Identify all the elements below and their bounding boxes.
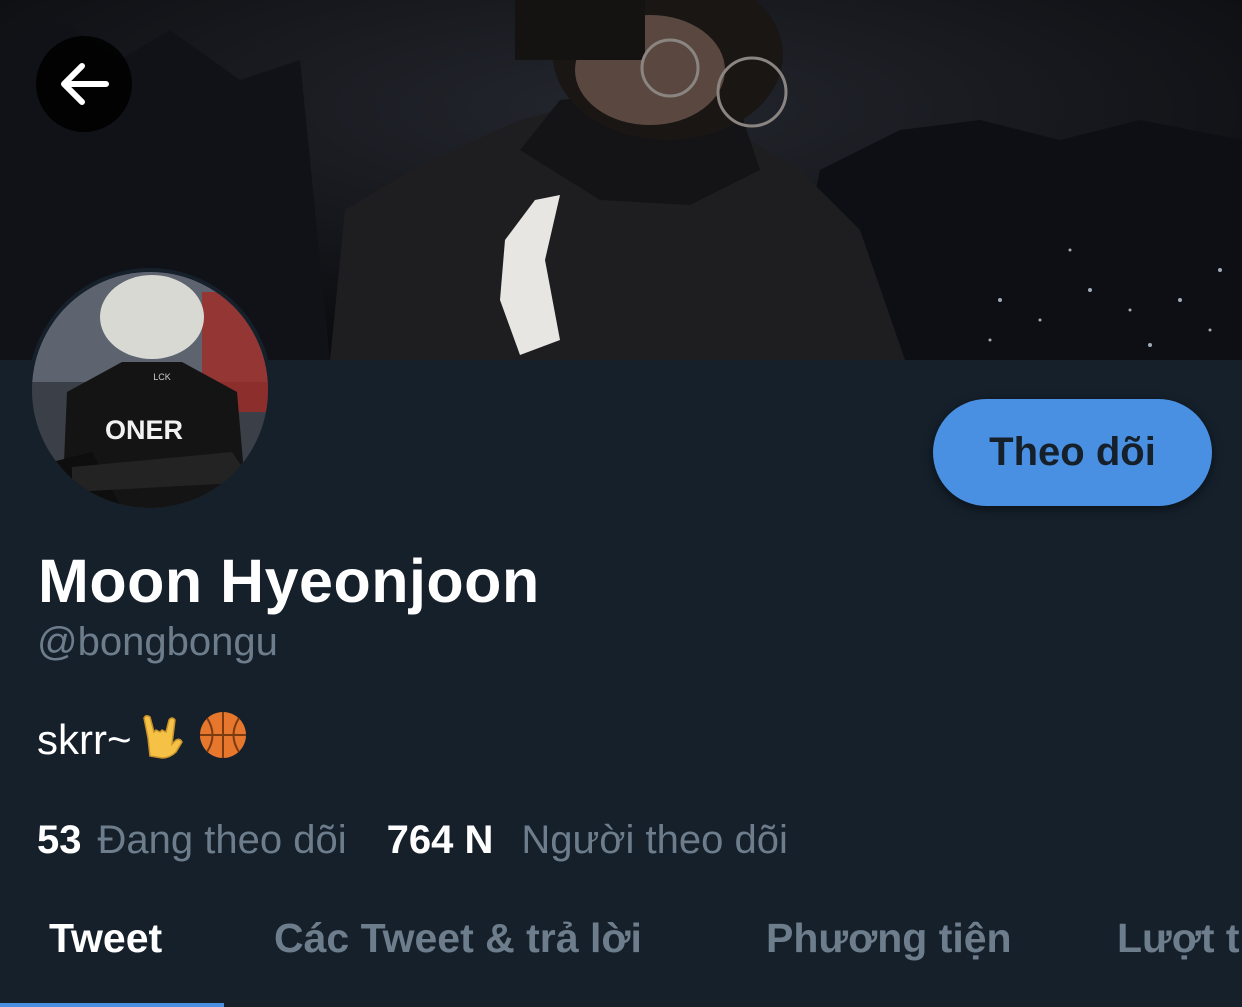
back-button[interactable] bbox=[36, 36, 132, 132]
followers-stat[interactable]: 764 N Người theo dõi bbox=[387, 818, 788, 863]
profile-bio: skrr~ bbox=[37, 710, 248, 770]
profile-handle: @bongbongu bbox=[37, 620, 278, 664]
profile-tabs: Tweet Các Tweet & trả lời Phương tiện Lư… bbox=[0, 880, 1242, 1007]
active-tab-indicator bbox=[0, 1003, 224, 1007]
profile-stats: 53 Đang theo dõi 764 N Người theo dõi bbox=[37, 818, 788, 863]
bio-text: skrr~ bbox=[37, 716, 132, 763]
avatar-photo: ONER LCK bbox=[32, 272, 268, 508]
tab-tweets-and-replies[interactable]: Các Tweet & trả lời bbox=[274, 915, 642, 962]
following-label: Đang theo dõi bbox=[97, 818, 347, 862]
following-count: 53 bbox=[37, 818, 82, 862]
following-stat[interactable]: 53 Đang theo dõi bbox=[37, 818, 347, 863]
svg-text:ONER: ONER bbox=[105, 415, 183, 445]
followers-label: Người theo dõi bbox=[521, 818, 788, 862]
sign-of-the-horns-icon bbox=[136, 710, 186, 770]
arrow-left-icon bbox=[61, 63, 109, 105]
profile-screen: ONER LCK Theo dõi Moon Hyeonjoon @bongbo… bbox=[0, 0, 1242, 1007]
basketball-icon bbox=[198, 710, 248, 770]
profile-display-name: Moon Hyeonjoon bbox=[38, 547, 540, 615]
followers-count: 764 N bbox=[386, 818, 494, 862]
tab-media[interactable]: Phương tiện bbox=[766, 915, 1012, 962]
svg-text:LCK: LCK bbox=[153, 372, 171, 382]
follow-button[interactable]: Theo dõi bbox=[933, 399, 1212, 506]
tab-likes[interactable]: Lượt t bbox=[1117, 915, 1240, 962]
avatar[interactable]: ONER LCK bbox=[28, 268, 272, 512]
tab-tweets[interactable]: Tweet bbox=[49, 915, 162, 962]
